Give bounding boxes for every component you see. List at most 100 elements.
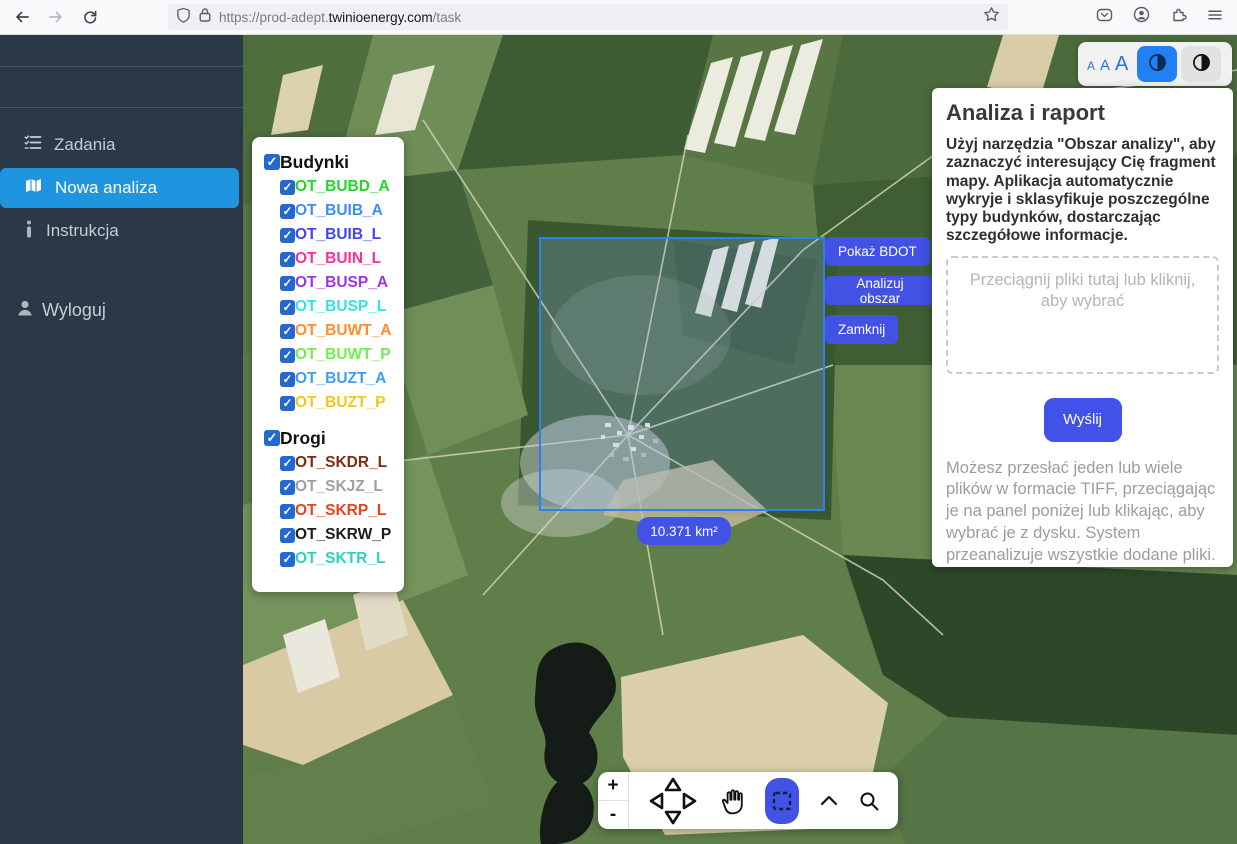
- zoom-out-button[interactable]: -: [598, 801, 628, 829]
- layer-label: OT_SKJZ_L: [295, 475, 383, 499]
- layer-label: OT_SKDR_L: [295, 451, 387, 475]
- layer-checkbox[interactable]: [280, 528, 295, 543]
- collapse-chevron-button[interactable]: [820, 795, 838, 807]
- layer-label: OT_BUIB_L: [295, 223, 381, 247]
- font-size-controls: A A A: [1087, 54, 1128, 74]
- layer-checkbox[interactable]: [280, 252, 295, 267]
- layer-label: OT_BUZT_A: [295, 367, 386, 391]
- tasks-list-icon: [24, 134, 42, 156]
- sidebar-logout[interactable]: Wyloguj: [0, 293, 239, 327]
- zoom-in-button[interactable]: +: [598, 772, 628, 801]
- submit-files-button[interactable]: Wyślij: [1044, 398, 1122, 442]
- bookmark-star-icon[interactable]: [983, 6, 1000, 28]
- layer-group-checkbox[interactable]: [264, 430, 280, 446]
- browser-toolbar: https://prod-adept.twinioenergy.com/task: [0, 0, 1237, 35]
- sidebar-divider: [0, 107, 243, 108]
- layer-checkbox[interactable]: [280, 228, 295, 243]
- contrast-icon: [1192, 53, 1211, 75]
- layer-checkbox[interactable]: [280, 456, 295, 471]
- layer-checkbox[interactable]: [280, 504, 295, 519]
- layer-group-checkbox[interactable]: [264, 154, 280, 170]
- reload-icon[interactable]: [82, 9, 98, 25]
- area-select-tool[interactable]: [765, 778, 799, 824]
- layer-checkbox[interactable]: [280, 180, 295, 195]
- layer-item: OT_SKDR_L: [264, 451, 394, 475]
- layer-item: OT_BUSP_L: [264, 295, 394, 319]
- layer-checkbox[interactable]: [280, 348, 295, 363]
- hand-pan-tool[interactable]: [719, 787, 745, 815]
- layer-item: OT_SKRP_L: [264, 499, 394, 523]
- layer-label: OT_BUWT_P: [295, 343, 391, 367]
- layer-label: OT_BUWT_A: [295, 319, 391, 343]
- show-bdot-button[interactable]: Pokaż BDOT: [825, 237, 930, 266]
- account-icon[interactable]: [1133, 6, 1150, 28]
- layer-item: OT_SKRW_P: [264, 523, 394, 547]
- contrast-toggle-inactive-button[interactable]: [1181, 46, 1221, 82]
- sidebar-divider: [0, 66, 243, 67]
- layer-label: OT_BUIN_L: [295, 247, 381, 271]
- layer-label: OT_SKTR_L: [295, 547, 385, 571]
- analyze-area-button[interactable]: Analizuj obszar: [825, 276, 935, 305]
- layer-item: OT_BUIN_L: [264, 247, 394, 271]
- shield-icon[interactable]: [176, 7, 191, 28]
- forward-icon[interactable]: [48, 9, 64, 25]
- selection-area-badge: 10.371 km²: [637, 517, 731, 545]
- file-dropzone[interactable]: Przeciągnij pliki tutaj lub kliknij, aby…: [946, 256, 1219, 374]
- sidebar-item-zadania[interactable]: Zadania: [0, 126, 239, 164]
- layer-checkbox[interactable]: [280, 396, 295, 411]
- font-size-large-button[interactable]: A: [1115, 54, 1128, 74]
- layer-group-label: Budynki: [280, 149, 349, 175]
- extensions-puzzle-icon[interactable]: [1170, 6, 1187, 28]
- sidebar-item-label: Instrukcja: [46, 221, 119, 241]
- layer-group-header: Drogi: [264, 425, 394, 451]
- layer-group-budynki: Budynki OT_BUBD_A OT_BUIB_A OT_BUIB_L OT…: [264, 149, 394, 415]
- menu-hamburger-icon[interactable]: [1207, 7, 1223, 28]
- contrast-icon: [1148, 53, 1167, 75]
- layer-label: OT_BUSP_L: [295, 295, 386, 319]
- layer-checkbox[interactable]: [280, 480, 295, 495]
- address-bar[interactable]: https://prod-adept.twinioenergy.com/task: [168, 4, 1008, 30]
- url-text: https://prod-adept.twinioenergy.com/task: [219, 10, 976, 25]
- font-size-small-button[interactable]: A: [1087, 60, 1095, 72]
- panel-hint-text: Możesz przesłać jeden lub wiele plików w…: [946, 458, 1219, 567]
- layer-item: OT_BUWT_A: [264, 319, 394, 343]
- layer-item: OT_BUSP_A: [264, 271, 394, 295]
- sidebar: Zadania Nowa analiza Instrukcja Wyloguj: [0, 35, 243, 844]
- layer-checkbox[interactable]: [280, 324, 295, 339]
- layer-checkbox[interactable]: [280, 552, 295, 567]
- layer-checkbox[interactable]: [280, 276, 295, 291]
- sidebar-item-label: Zadania: [54, 135, 115, 155]
- layer-checkbox[interactable]: [280, 300, 295, 315]
- layer-item: OT_SKTR_L: [264, 547, 394, 571]
- pocket-icon[interactable]: [1096, 7, 1113, 28]
- layer-item: OT_BUZT_A: [264, 367, 394, 391]
- layer-label: OT_BUSP_A: [295, 271, 388, 295]
- map-icon: [24, 177, 43, 199]
- area-value: 10.371 km²: [650, 524, 718, 539]
- sidebar-item-label: Nowa analiza: [55, 178, 157, 198]
- back-icon[interactable]: [14, 9, 30, 25]
- accessibility-bar: A A A: [1078, 42, 1232, 86]
- lock-icon[interactable]: [198, 7, 212, 28]
- analysis-area-selection[interactable]: [539, 237, 825, 511]
- layer-group-header: Budynki: [264, 149, 394, 175]
- close-selection-button[interactable]: Zamknij: [825, 315, 898, 344]
- sidebar-item-nowa-analiza[interactable]: Nowa analiza: [0, 168, 239, 208]
- map-area: Budynki OT_BUBD_A OT_BUIB_A OT_BUIB_L OT…: [243, 35, 1237, 844]
- app-screen: https://prod-adept.twinioenergy.com/task: [0, 0, 1237, 844]
- panel-title: Analiza i raport: [946, 100, 1219, 126]
- layer-item: OT_BUWT_P: [264, 343, 394, 367]
- map-toolbar: + -: [598, 772, 898, 829]
- info-icon: [24, 220, 34, 243]
- layer-label: OT_BUIB_A: [295, 199, 383, 223]
- sidebar-item-instrukcja[interactable]: Instrukcja: [0, 212, 239, 250]
- pan-compass-control[interactable]: [647, 775, 699, 827]
- layer-checkbox[interactable]: [280, 372, 295, 387]
- search-tool[interactable]: [858, 790, 880, 812]
- dropzone-placeholder: Przeciągnij pliki tutaj lub kliknij, aby…: [970, 271, 1196, 310]
- contrast-toggle-active-button[interactable]: [1137, 46, 1177, 82]
- panel-intro-text: Użyj narzędzia "Obszar analizy", aby zaz…: [946, 136, 1219, 246]
- font-size-medium-button[interactable]: A: [1100, 58, 1110, 73]
- layer-label: OT_SKRP_L: [295, 499, 386, 523]
- layer-checkbox[interactable]: [280, 204, 295, 219]
